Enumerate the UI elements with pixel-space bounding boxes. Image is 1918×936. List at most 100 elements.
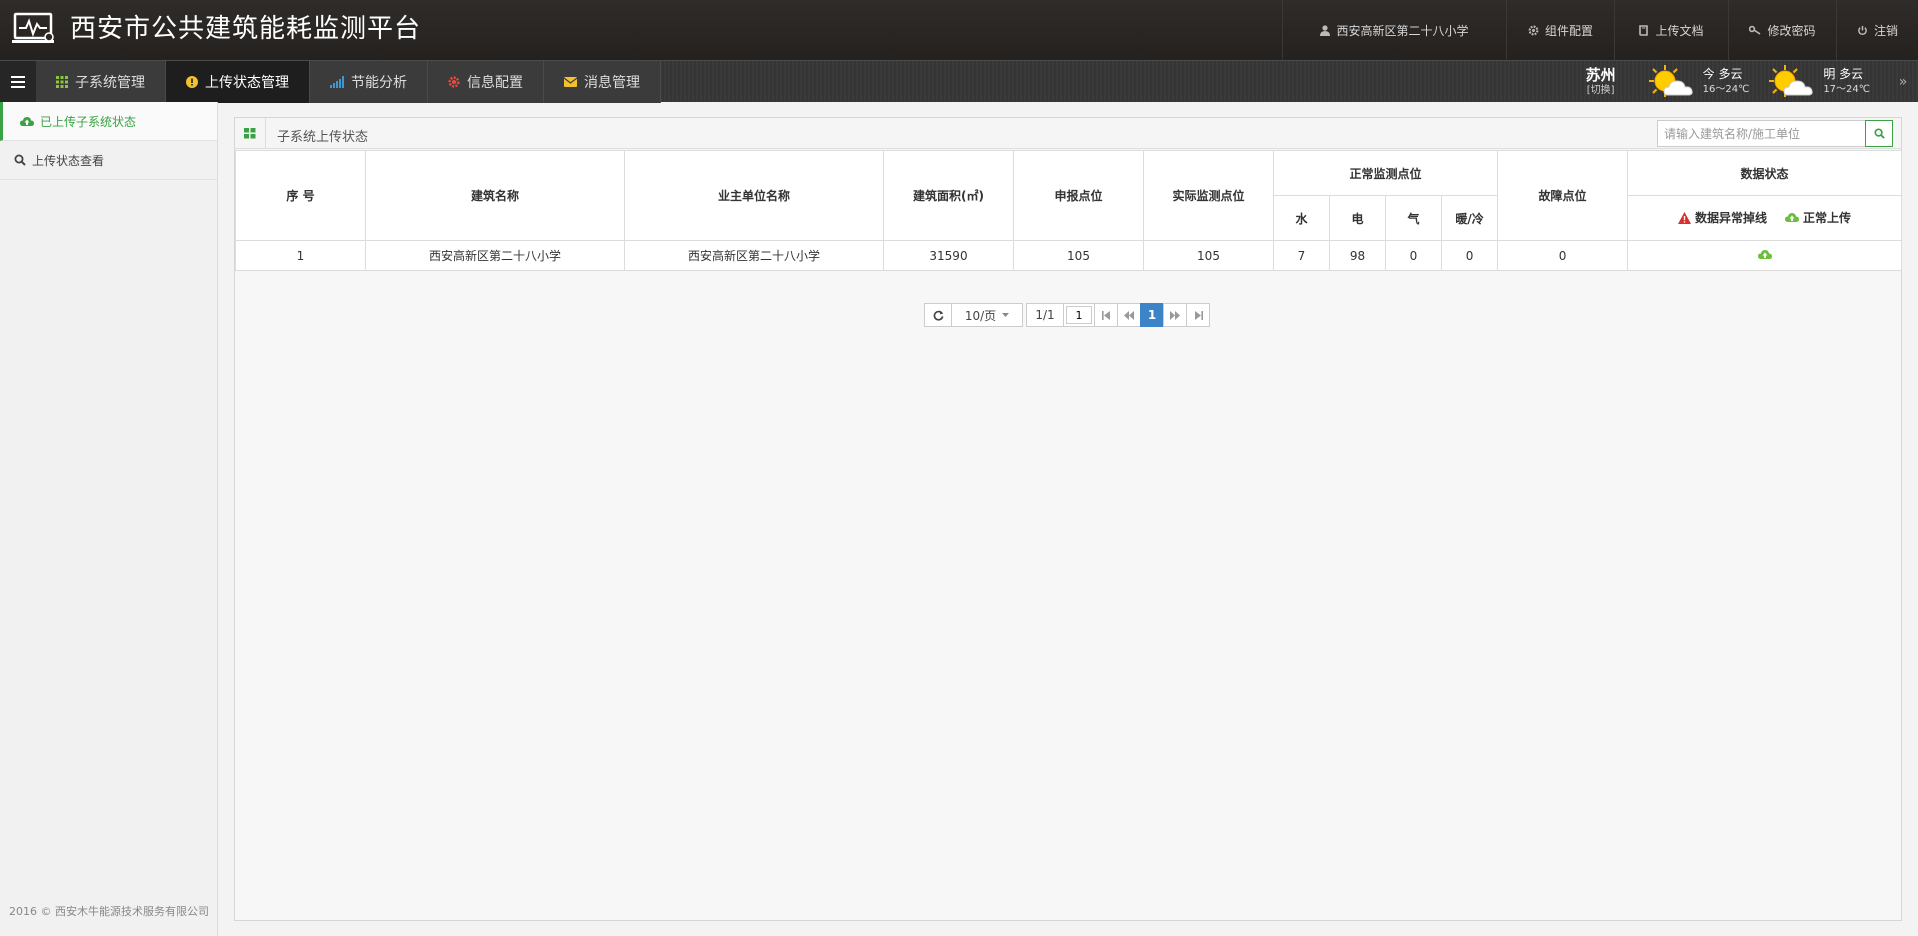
monitor-pulse-icon [12,12,54,43]
col-index: 序 号 [235,150,366,241]
col-electric: 电 [1329,195,1386,241]
city-name: 苏州 [1585,66,1616,84]
warning-triangle-icon [1678,211,1691,224]
prev-page-button[interactable] [1117,303,1141,327]
page-count: 1/1 [1026,303,1064,327]
upload-status-panel: 子系统上传状态 序 号 建筑名称 业主单位名称 建筑面积(㎡) 申报点位 实际监… [234,117,1903,921]
col-heat-cool: 暖/冷 [1440,195,1499,241]
sidebar-item-uploaded-status[interactable]: 已上传子系统状态 [0,102,217,141]
first-page-icon [1101,310,1110,320]
col-data-status: 数据状态 [1627,150,1903,196]
tab-energy-analysis[interactable]: 节能分析 [310,61,428,103]
tab-label: 子系统管理 [75,75,145,91]
partly-cloudy-icon [1769,65,1813,97]
col-fault-points: 故障点位 [1497,150,1629,241]
tab-upload-status-management[interactable]: 上传状态管理 [166,61,310,103]
user-name: 西安高新区第二十八小学 [1336,23,1469,38]
col-owner-name: 业主单位名称 [624,150,884,241]
col-actual-points: 实际监测点位 [1143,150,1274,241]
today-temp: 16～24℃ [1702,84,1750,95]
change-password-link[interactable]: 修改密码 [1728,0,1836,60]
page-size-value: 10/页 [964,308,997,323]
page-jump-input[interactable] [1066,306,1092,324]
logout-link[interactable]: 注销 [1836,0,1918,60]
key-icon [1749,25,1761,35]
upload-status-table: 序 号 建筑名称 业主单位名称 建筑面积(㎡) 申报点位 实际监测点位 正常监测… [235,150,1903,271]
weather-tomorrow: 明 多云 17～24℃ [1767,63,1870,101]
col-water: 水 [1273,195,1330,241]
panel-header: 子系统上传状态 [235,118,1901,149]
hamburger-icon [11,76,25,88]
tab-label: 信息配置 [467,75,523,91]
today-weather-label: 今 多云 [1702,67,1743,81]
sidebar: 已上传子系统状态 上传状态查看 2016 © 西安木牛能源技术服务有限公司 [0,102,218,936]
last-page-icon [1194,310,1203,320]
menu-toggle-button[interactable] [0,61,36,103]
book-icon [1639,24,1649,36]
col-gas: 气 [1385,195,1442,241]
pagination: 10/页 1/1 1 [924,303,1210,327]
legend-abnormal-label: 数据异常掉线 [1695,211,1768,226]
panel-title: 子系统上传状态 [277,130,369,145]
envelope-icon [564,77,577,87]
first-page-button[interactable] [1094,303,1118,327]
change-password-label: 修改密码 [1767,23,1816,38]
copyright: 2016 © 西安木牛能源技术服务有限公司 [9,905,209,918]
tomorrow-temp: 17～24℃ [1823,84,1870,95]
search-input[interactable] [1657,120,1866,147]
search-button[interactable] [1865,120,1893,147]
last-page-button[interactable] [1186,303,1210,327]
col-building-area: 建筑面积(㎡) [883,150,1014,241]
cell-actual: 105 [1143,240,1274,271]
gear-icon [448,76,460,88]
cell-gas: 0 [1385,240,1442,271]
user-account-link[interactable]: 西安高新区第二十八小学 [1282,0,1506,60]
city-switch-link[interactable]: [切换] [1571,84,1631,98]
status-legend: 数据异常掉线 正常上传 [1627,195,1903,241]
cell-fault: 0 [1497,240,1629,271]
tab-message-management[interactable]: 消息管理 [544,61,661,103]
component-config-label: 组件配置 [1544,23,1593,38]
grid-icon [56,76,68,88]
cell-reported: 105 [1013,240,1144,271]
sidebar-item-label: 上传状态查看 [32,153,105,168]
col-reported-points: 申报点位 [1013,150,1144,241]
page-size-select[interactable]: 10/页 [951,303,1023,327]
alert-circle-icon [186,76,198,88]
upload-doc-link[interactable]: 上传文档 [1614,0,1728,60]
cell-building-name: 西安高新区第二十八小学 [365,240,625,271]
tab-label: 节能分析 [351,75,407,91]
refresh-icon [933,310,943,321]
weather-city: 苏州 [切换] [1571,66,1631,98]
sidebar-item-status-view[interactable]: 上传状态查看 [0,141,217,180]
tab-subsystem-management[interactable]: 子系统管理 [36,61,166,103]
component-config-link[interactable]: 组件配置 [1506,0,1614,60]
main-menu: 子系统管理 上传状态管理 节能分析 信息配置 消息管理 [36,61,661,103]
page-number-current[interactable]: 1 [1140,303,1164,327]
tomorrow-weather-label: 明 多云 [1823,67,1864,81]
user-icon [1320,24,1331,36]
tab-info-config[interactable]: 信息配置 [428,61,544,103]
cloud-upload-icon [1785,213,1800,223]
weather-widget: 苏州 [切换] 今 多云 16～24℃ 明 多云 17～24℃ » [1571,61,1918,103]
refresh-button[interactable] [924,303,952,327]
weather-today: 今 多云 16～24℃ [1647,63,1750,101]
cell-water: 7 [1273,240,1330,271]
upload-doc-label: 上传文档 [1655,23,1704,38]
cell-index: 1 [235,240,366,271]
caret-down-icon [1002,313,1010,317]
sidebar-item-label: 已上传子系统状态 [40,114,137,129]
prev-page-icon [1124,310,1134,320]
tab-label: 消息管理 [584,75,640,91]
page-jump [1063,303,1095,327]
top-nav: 西安高新区第二十八小学 组件配置 上传文档 修改密码 注销 [1282,0,1918,60]
gear-icon [1528,25,1539,36]
cell-electric: 98 [1329,240,1386,271]
table-row: 1 西安高新区第二十八小学 西安高新区第二十八小学 31590 105 105 … [235,240,1903,271]
cell-heat-cool: 0 [1440,240,1499,271]
header-divider [265,118,266,149]
logout-label: 注销 [1874,23,1899,38]
next-page-button[interactable] [1163,303,1187,327]
partly-cloudy-icon [1648,65,1693,97]
weather-more-button[interactable]: » [1888,74,1918,90]
